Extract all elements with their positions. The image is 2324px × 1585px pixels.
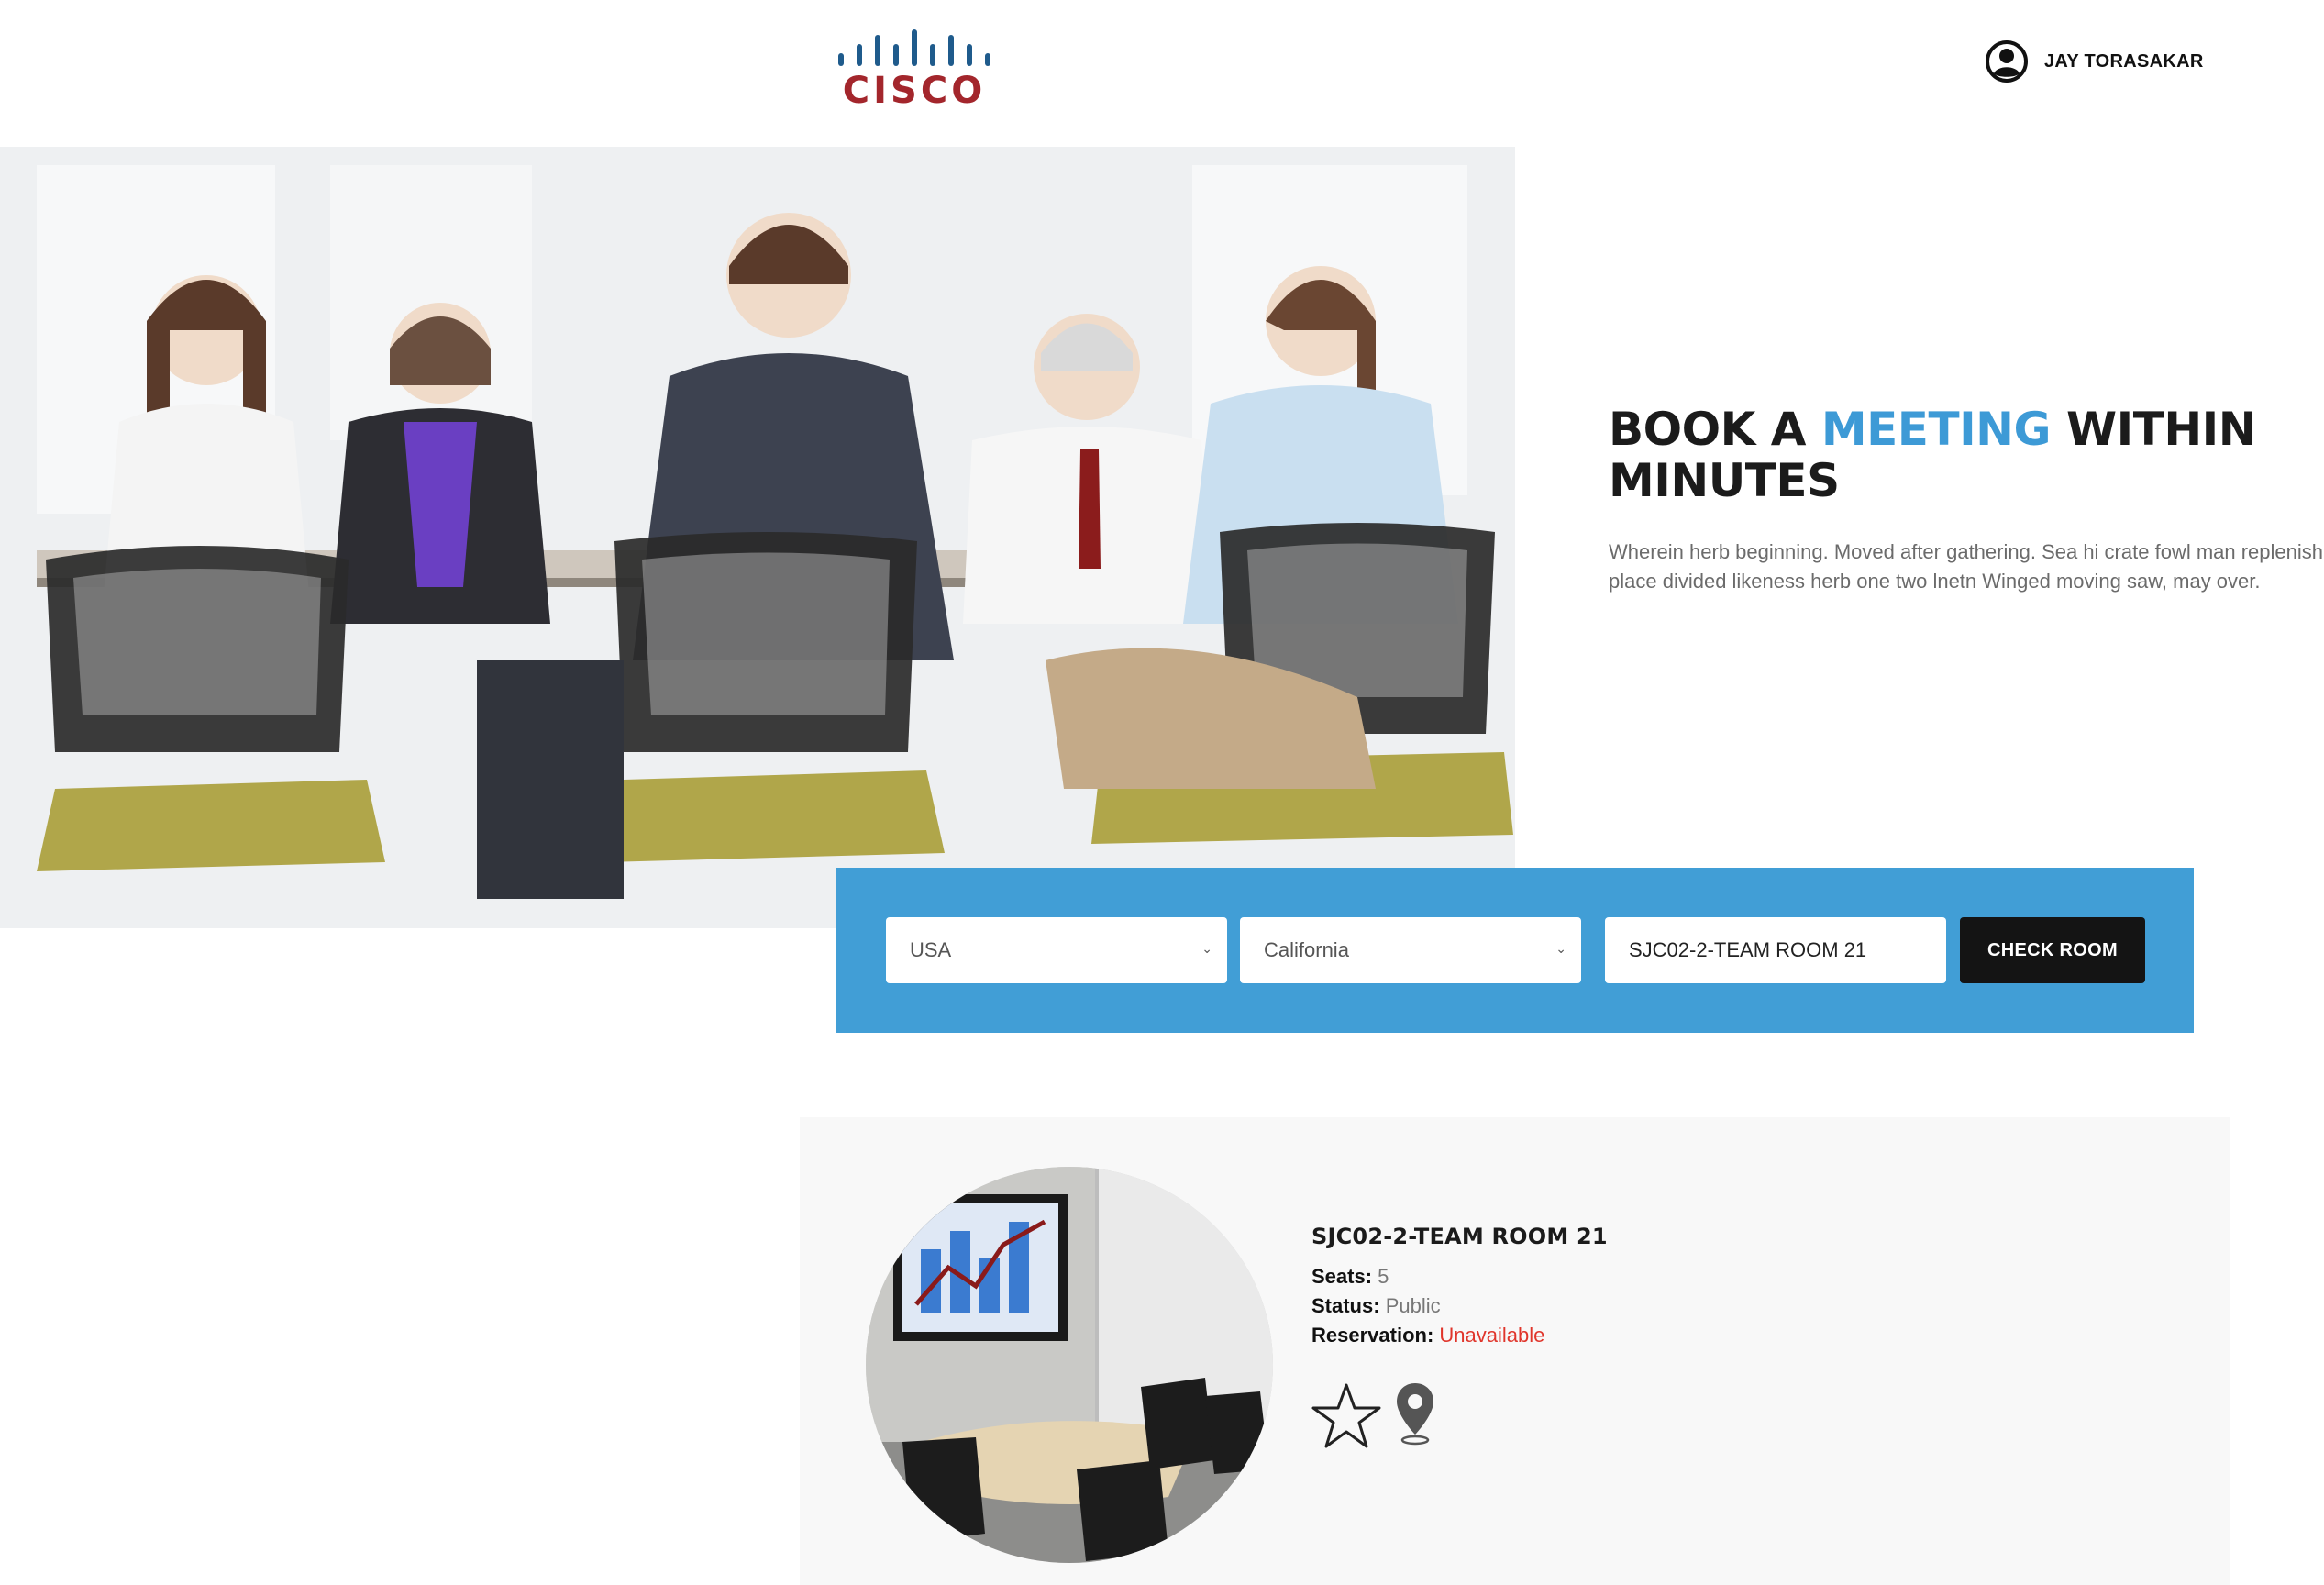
seats-value: 5 (1378, 1265, 1389, 1288)
star-icon[interactable] (1311, 1381, 1381, 1451)
user-name: JAY TORASAKAR (2044, 50, 2204, 72)
state-select[interactable]: California ⌄ (1240, 917, 1581, 983)
user-icon (1986, 40, 2028, 83)
reservation-status-badge: Unavailable (1439, 1324, 1545, 1347)
status-row: Status: Public (1311, 1291, 1544, 1321)
room-result-card: SJC02-2-TEAM ROOM 21 Seats: 5 Status: Pu… (800, 1117, 2230, 1585)
room-search-bar: USA ⌄ California ⌄ SJC02-2-TEAM ROOM 21 … (836, 868, 2194, 1033)
room-actions (1311, 1381, 1436, 1451)
status-value: Public (1385, 1294, 1441, 1317)
hero-title: BOOK A MEETING WITHIN MINUTES (1609, 404, 2269, 506)
map-pin-icon[interactable] (1394, 1381, 1436, 1446)
country-select[interactable]: USA ⌄ (886, 917, 1227, 983)
logo-wordmark: CISCO (842, 70, 987, 112)
reservation-row: Reservation: Unavailable (1311, 1321, 1544, 1350)
cisco-bars-icon (836, 26, 992, 66)
hero-title-accent: MEETING (1820, 403, 2052, 456)
seats-label: Seats: (1311, 1265, 1373, 1288)
hero-title-part1: BOOK A (1609, 403, 1821, 456)
room-name: SJC02-2-TEAM ROOM 21 (1311, 1224, 1608, 1249)
status-label: Status: (1311, 1294, 1380, 1317)
country-value: USA (910, 938, 952, 961)
hero-description: Wherein herb beginning. Moved after gath… (1609, 540, 2324, 593)
check-room-button[interactable]: CHECK ROOM (1960, 917, 2145, 983)
room-input-value: SJC02-2-TEAM ROOM 21 (1629, 938, 1867, 961)
state-value: California (1264, 938, 1349, 961)
seats-row: Seats: 5 (1311, 1262, 1544, 1291)
cisco-logo[interactable]: CISCO (836, 26, 992, 112)
reservation-label: Reservation: (1311, 1324, 1434, 1347)
user-menu[interactable]: JAY TORASAKAR (1986, 39, 2204, 84)
room-photo (866, 1167, 1273, 1563)
room-details: Seats: 5 Status: Public Reservation: Una… (1311, 1262, 1544, 1350)
room-input[interactable]: SJC02-2-TEAM ROOM 21 (1605, 917, 1946, 983)
chevron-down-icon: ⌄ (1201, 941, 1212, 956)
chevron-down-icon: ⌄ (1555, 941, 1566, 956)
hero-image (0, 147, 1515, 928)
